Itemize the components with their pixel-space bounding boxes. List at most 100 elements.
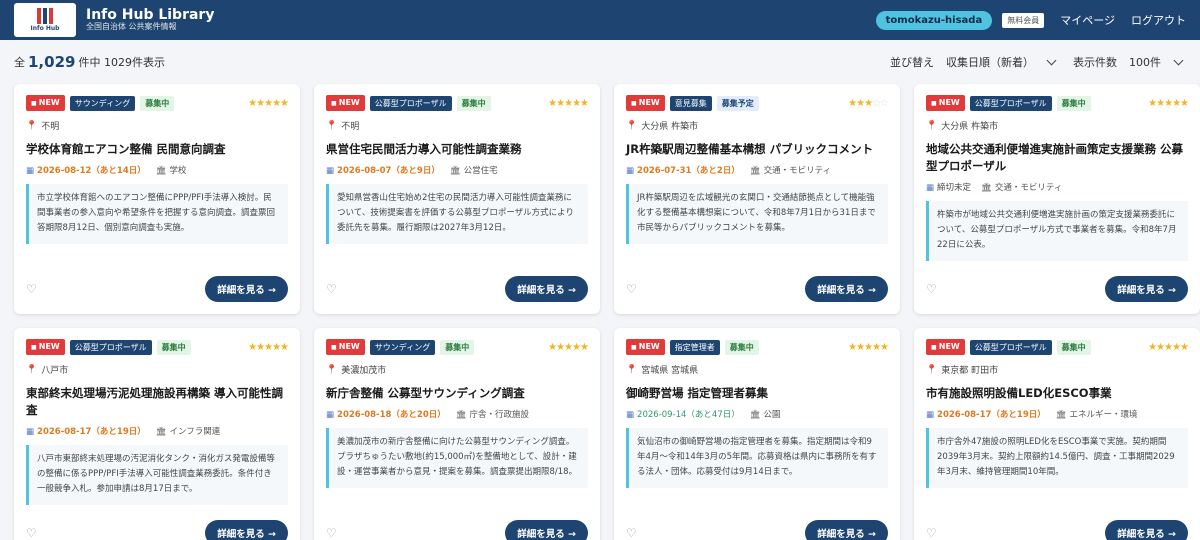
card-title[interactable]: 地域公共交通利便増進実施計画策定支援業務 公募型プロポーザル [926,141,1188,175]
category-text: 交通・モビリティ [994,183,1063,193]
project-card[interactable]: NEW 意見募集 募集予定 ★★★☆☆ 📍 大分県 杵築市 JR杵築駅周辺整備基… [614,84,900,314]
card-footer: ♡ 詳細を見る → [326,276,588,302]
sort-select[interactable]: 収集日順（新着） [942,54,1059,70]
project-card[interactable]: NEW 指定管理者 募集中 ★★★★★ 📍 宮城県 宮城県 御崎野営場 指定管理… [614,328,900,540]
favorite-heart-icon[interactable]: ♡ [326,282,340,296]
detail-button[interactable]: 詳細を見る → [205,520,288,540]
deadline: ▦ 2026-08-07（あと9日） [326,164,440,176]
detail-button[interactable]: 詳細を見る → [1105,276,1188,302]
deadline-text: 締切未定 [937,183,972,193]
deadline: ▦ 2026-09-14（あと47日） [626,408,740,420]
card-meta: ▦ 2026-07-31（あと2日） 🏛 交通・モビリティ [626,164,888,176]
per-page-label: 表示件数 [1073,56,1117,69]
location-text: 不明 [341,122,360,132]
category: 🏛 公営住宅 [450,164,498,176]
new-badge: NEW [326,95,365,111]
card-footer: ♡ 詳細を見る → [926,520,1188,540]
category: 🏛 庁舎・行政施設 [456,408,529,420]
card-meta: ▦ 2026-08-18（あと20日） 🏛 庁舎・行政施設 [326,408,588,420]
card-grid-row-2: NEW 公募型プロポーザル 募集中 ★★★★★ 📍 八戸市 東部終末処理場汚泥処… [0,328,1200,540]
location-pin-icon: 📍 [926,364,938,375]
building-icon: 🏛 [1055,410,1067,420]
building-icon: 🏛 [749,410,761,420]
building-icon: 🏛 [155,166,167,176]
card-title[interactable]: 御崎野営場 指定管理者募集 [626,385,888,402]
sort-select-value: 収集日順（新着） [946,56,1034,69]
card-location: 📍 不明 [26,119,288,133]
category: 🏛 公園 [750,408,781,420]
favorite-heart-icon[interactable]: ♡ [626,526,640,540]
project-card[interactable]: NEW 公募型プロポーザル 募集中 ★★★★★ 📍 大分県 杵築市 地域公共交通… [914,84,1200,314]
card-title[interactable]: 東部終末処理場汚泥処理施設再構築 導入可能性調査 [26,385,288,419]
project-card[interactable]: NEW 公募型プロポーザル 募集中 ★★★★★ 📍 不明 県営住宅民間活力導入可… [314,84,600,314]
favorite-heart-icon[interactable]: ♡ [626,282,640,296]
new-badge: NEW [926,339,965,355]
location-text: 東京都 町田市 [941,366,999,376]
building-icon: 🏛 [455,410,467,420]
card-title[interactable]: 学校体育館エアコン整備 民間意向調査 [26,141,288,158]
project-card[interactable]: NEW サウンディング 募集中 ★★★★★ 📍 美濃加茂市 新庁舎整備 公募型サ… [314,328,600,540]
logo-mark-icon [37,8,53,24]
type-badge: 公募型プロポーザル [969,339,1052,355]
status-badge: 募集中 [724,339,759,355]
location-text: 不明 [41,122,60,132]
new-badge: NEW [626,95,665,111]
project-card[interactable]: NEW 公募型プロポーザル 募集中 ★★★★★ 📍 東京都 町田市 市有施設照明… [914,328,1200,540]
type-badge: 公募型プロポーザル [969,95,1052,111]
card-footer: ♡ 詳細を見る → [926,276,1188,302]
favorite-heart-icon[interactable]: ♡ [26,526,40,540]
detail-button[interactable]: 詳細を見る → [1105,520,1188,540]
nav-mypage-link[interactable]: マイページ [1060,12,1115,28]
card-tags: NEW 公募型プロポーザル 募集中 ★★★★★ [926,95,1189,111]
favorite-heart-icon[interactable]: ♡ [26,282,40,296]
category-text: 公営住宅 [463,166,498,176]
location-text: 美濃加茂市 [341,366,387,376]
deadline: ▦ 2026-08-18（あと20日） [326,408,446,420]
card-title[interactable]: 県営住宅民間活力導入可能性調査業務 [326,141,588,158]
card-tags: NEW 指定管理者 募集中 ★★★★★ [626,339,889,355]
new-badge: NEW [26,339,65,355]
card-footer: ♡ 詳細を見る → [626,520,888,540]
detail-button[interactable]: 詳細を見る → [505,276,588,302]
deadline-text: 2026-08-12（あと14日） [37,166,146,176]
rating-stars: ★★★★★ [1148,97,1189,109]
type-badge: サウンディング [369,339,436,355]
nav-logout-link[interactable]: ログアウト [1131,12,1186,28]
user-name-pill[interactable]: tomokazu-hisada [875,10,993,30]
card-title[interactable]: 市有施設照明設備LED化ESCO事業 [926,385,1188,402]
card-description: JR杵築駅周辺を広域観光の玄関口・交通結節拠点として機能強化する整備基本構想案に… [626,184,888,244]
favorite-heart-icon[interactable]: ♡ [326,526,340,540]
card-location: 📍 不明 [326,119,588,133]
logo[interactable]: Info Hub [14,3,76,37]
detail-button[interactable]: 詳細を見る → [505,520,588,540]
building-icon: 🏛 [449,166,461,176]
favorite-heart-icon[interactable]: ♡ [926,282,940,296]
card-title[interactable]: 新庁舎整備 公募型サウンディング調査 [326,385,588,402]
sort-label: 並び替え [890,56,934,69]
rating-stars: ★★★★★ [548,341,589,353]
app-subtitle: 全国自治体 公共案件情報 [86,22,177,32]
card-footer: ♡ 詳細を見る → [26,276,288,302]
card-description: 八戸市東部終末処理場の汚泥消化タンク・消化ガス発電設備等の整備に係るPPP/PF… [26,445,288,505]
count-prefix: 全 [14,56,25,69]
location-text: 大分県 杵築市 [641,122,699,132]
location-pin-icon: 📍 [26,364,38,375]
status-badge: 募集予定 [716,95,759,111]
deadline: ▦ 2026-07-31（あと2日） [626,164,740,176]
member-badge: 無料会員 [1002,12,1045,28]
deadline-text: 2026-08-07（あと9日） [337,166,440,176]
status-badge: 募集中 [1056,339,1091,355]
favorite-heart-icon[interactable]: ♡ [926,526,940,540]
card-title[interactable]: JR杵築駅周辺整備基本構想 パブリックコメント [626,141,888,158]
location-text: 大分県 杵築市 [941,122,999,132]
detail-button[interactable]: 詳細を見る → [805,520,888,540]
detail-button[interactable]: 詳細を見る → [205,276,288,302]
project-card[interactable]: NEW 公募型プロポーザル 募集中 ★★★★★ 📍 八戸市 東部終末処理場汚泥処… [14,328,300,540]
card-tags: NEW サウンディング 募集中 ★★★★★ [26,95,289,111]
chevron-down-icon [1046,55,1057,65]
card-location: 📍 美濃加茂市 [326,363,588,377]
card-meta: ▦ 2026-08-07（あと9日） 🏛 公営住宅 [326,164,588,176]
per-page-select[interactable]: 100件 [1125,54,1186,70]
detail-button[interactable]: 詳細を見る → [805,276,888,302]
project-card[interactable]: NEW サウンディング 募集中 ★★★★★ 📍 不明 学校体育館エアコン整備 民… [14,84,300,314]
